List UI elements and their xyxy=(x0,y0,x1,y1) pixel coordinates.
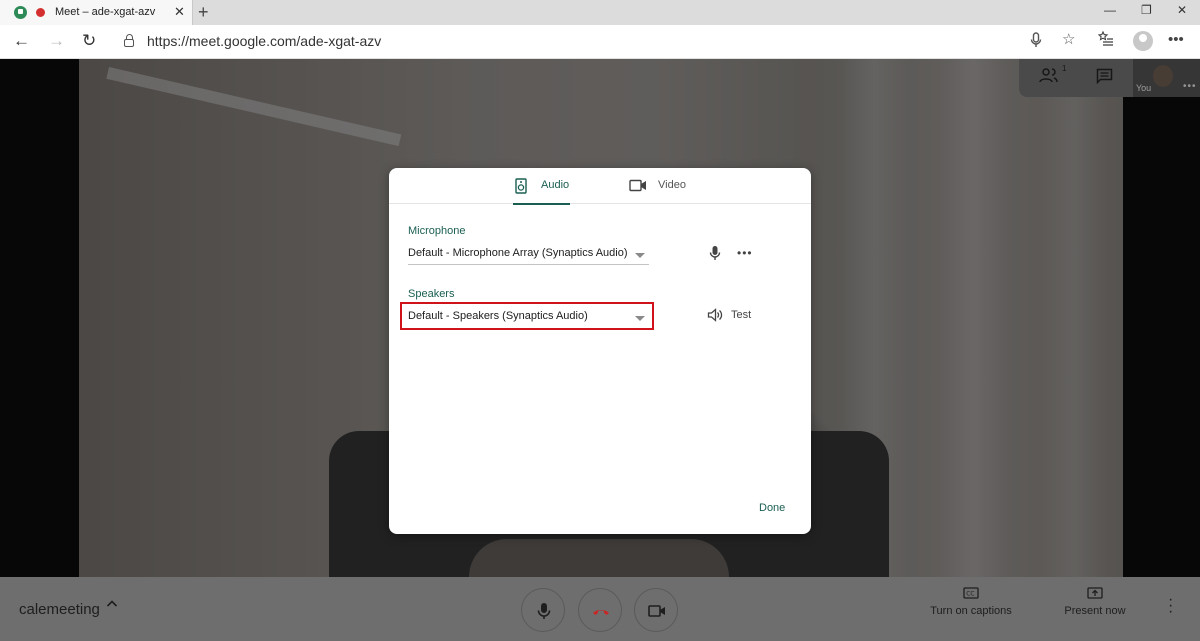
chevron-down-icon xyxy=(635,253,645,258)
minimize-button[interactable]: — xyxy=(1104,3,1116,17)
microphone-options-icon[interactable]: ••• xyxy=(737,246,753,260)
favorite-star-icon[interactable]: ☆ xyxy=(1062,30,1075,48)
microphone-value: Default - Microphone Array (Synaptics Au… xyxy=(408,247,628,259)
speakers-label: Speakers xyxy=(408,288,455,300)
video-camera-icon xyxy=(629,179,646,192)
reload-button[interactable]: ↻ xyxy=(82,31,96,51)
meeting-name[interactable]: calemeeting xyxy=(19,601,100,618)
maximize-button[interactable]: ❐ xyxy=(1141,3,1152,17)
tab-video-label: Video xyxy=(658,179,686,191)
back-button[interactable]: ← xyxy=(13,31,30,51)
lock-icon xyxy=(124,34,134,47)
microphone-label: Microphone xyxy=(408,225,466,237)
profile-avatar[interactable] xyxy=(1133,31,1153,51)
navigation-bar: ← → ↻ https://meet.google.com/ade-xgat-a… xyxy=(0,25,1200,59)
test-label: Test xyxy=(731,309,752,321)
tab-audio-label: Audio xyxy=(541,179,570,191)
speaker-icon xyxy=(515,178,527,194)
test-speakers-button[interactable]: Test xyxy=(707,308,751,325)
tab-strip: Meet – ade-xgat-azv ✕ + — ❐ ✕ xyxy=(0,0,1200,25)
tab-video[interactable]: Video xyxy=(629,168,691,204)
microphone-level-icon[interactable] xyxy=(709,245,721,266)
present-screen-icon xyxy=(1087,587,1103,599)
settings-dialog: Audio Video Microphone Default - Microph… xyxy=(389,168,811,534)
browser-menu-icon[interactable]: ••• xyxy=(1168,31,1184,48)
microphone-select[interactable]: Default - Microphone Array (Synaptics Au… xyxy=(408,243,649,265)
captions-button[interactable]: CC Turn on captions xyxy=(930,587,1012,617)
speakers-highlight-box xyxy=(400,302,654,330)
chevron-up-icon[interactable] xyxy=(106,597,118,613)
done-button[interactable]: Done xyxy=(759,502,785,514)
browser-window: Meet – ade-xgat-azv ✕ + — ❐ ✕ ← → ↻ http… xyxy=(0,0,1200,641)
hang-up-icon xyxy=(593,610,609,615)
more-options-icon[interactable]: · · · xyxy=(1168,592,1173,620)
microphone-icon xyxy=(537,603,551,619)
captions-label: Turn on captions xyxy=(930,605,1012,617)
volume-icon xyxy=(707,308,723,322)
address-bar[interactable]: https://meet.google.com/ade-xgat-azv ☆ xyxy=(112,29,1091,55)
tab-close-icon[interactable]: ✕ xyxy=(174,4,185,20)
settings-tabs: Audio Video xyxy=(389,168,811,205)
present-now-button[interactable]: Present now xyxy=(1064,587,1126,617)
tab-title: Meet – ade-xgat-azv xyxy=(55,6,156,18)
favorites-list-icon[interactable] xyxy=(1097,30,1114,51)
recording-dot-icon xyxy=(36,8,45,17)
present-label: Present now xyxy=(1064,605,1126,617)
microphone-toggle-button[interactable] xyxy=(521,588,565,632)
browser-tab[interactable]: Meet – ade-xgat-azv ✕ xyxy=(0,0,193,25)
microphone-permission-icon[interactable] xyxy=(1030,32,1042,53)
camera-toggle-button[interactable] xyxy=(634,588,678,632)
tab-audio[interactable]: Audio xyxy=(513,168,570,205)
svg-text:CC: CC xyxy=(966,591,974,598)
hang-up-button[interactable] xyxy=(578,588,622,632)
captions-icon: CC xyxy=(963,587,979,599)
meeting-stage: 1 You ••• calemeeting CC Turn on caption… xyxy=(0,59,1200,641)
url-text[interactable]: https://meet.google.com/ade-xgat-azv xyxy=(147,33,381,49)
new-tab-button[interactable]: + xyxy=(198,1,209,23)
forward-button[interactable]: → xyxy=(48,31,65,51)
meet-favicon-icon xyxy=(14,6,27,19)
window-close-button[interactable]: ✕ xyxy=(1177,3,1187,17)
camera-icon xyxy=(648,605,665,617)
bottom-controls-bar: calemeeting CC Turn on captions Present … xyxy=(0,577,1200,641)
